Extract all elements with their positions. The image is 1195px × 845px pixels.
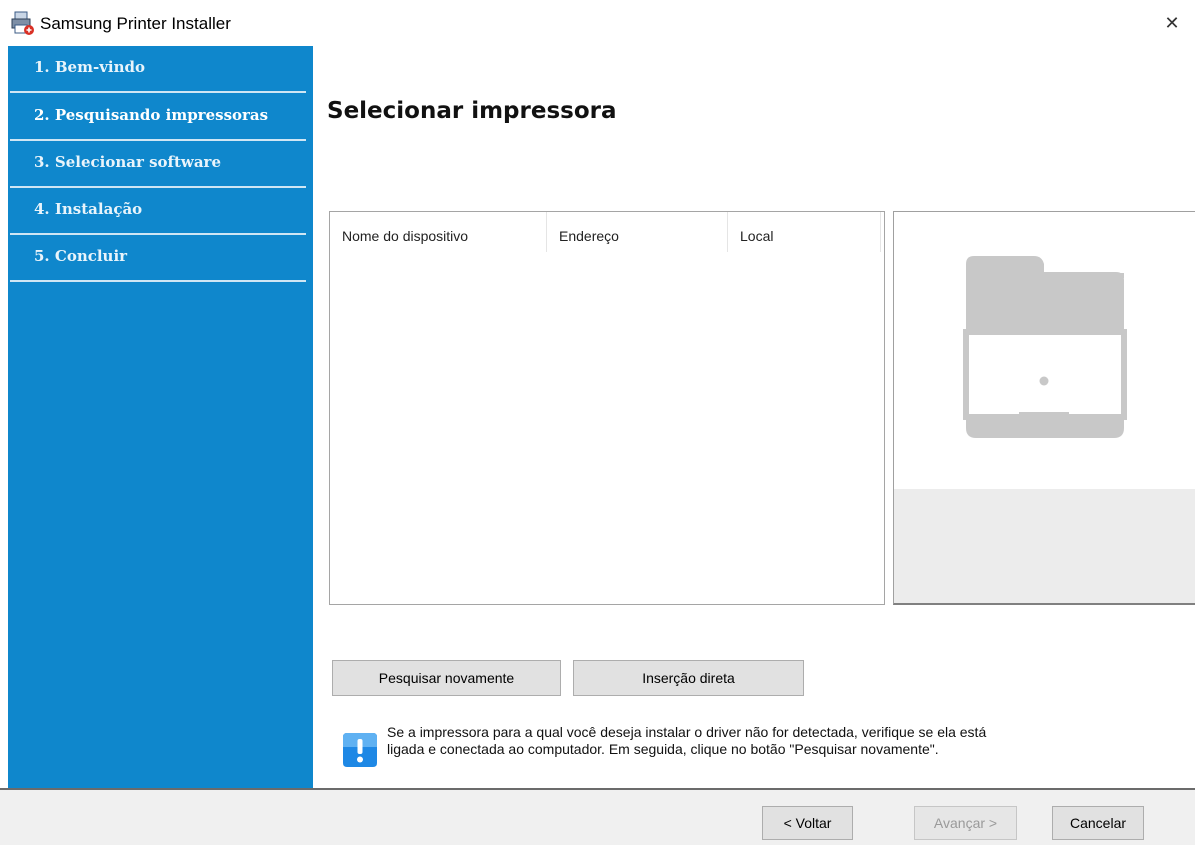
column-header-address[interactable]: Endereço xyxy=(547,212,727,252)
step-searching-printers: 2. Pesquisando impressoras xyxy=(10,94,306,141)
installer-window: Samsung Printer Installer ✕ 1. Bem-vindo… xyxy=(0,0,1195,845)
close-icon: ✕ xyxy=(1164,12,1180,34)
step-welcome: 1. Bem-vindo xyxy=(10,46,306,93)
step-label: 5. Concluir xyxy=(34,247,128,265)
back-button[interactable]: < Voltar xyxy=(762,806,853,840)
next-button[interactable]: Avançar > xyxy=(914,806,1017,840)
step-label: 1. Bem-vindo xyxy=(34,58,146,76)
step-installation: 4. Instalação xyxy=(10,188,306,235)
page-title: Selecionar impressora xyxy=(327,98,617,124)
step-label: 4. Instalação xyxy=(34,200,143,218)
direct-entry-button[interactable]: Inserção direta xyxy=(573,660,804,696)
step-select-software: 3. Selecionar software xyxy=(10,141,306,188)
info-line-1: Se a impressora para a qual você deseja … xyxy=(387,724,987,740)
step-label: 2. Pesquisando impressoras xyxy=(34,106,269,124)
title-bar: Samsung Printer Installer ✕ xyxy=(0,0,1195,46)
info-icon xyxy=(341,731,379,769)
step-label: 3. Selecionar software xyxy=(34,153,221,171)
column-divider[interactable] xyxy=(880,212,881,252)
printer-placeholder-icon xyxy=(963,256,1127,438)
info-line-2: ligada e conectada ao computador. Em seg… xyxy=(387,741,939,757)
steps-sidebar: 1. Bem-vindo 2. Pesquisando impressoras … xyxy=(8,46,313,788)
step-finish: 5. Concluir xyxy=(10,235,306,282)
column-header-device-name[interactable]: Nome do dispositivo xyxy=(330,212,546,252)
cancel-button[interactable]: Cancelar xyxy=(1052,806,1144,840)
printer-list[interactable]: Nome do dispositivo Endereço Local xyxy=(329,211,885,605)
close-button[interactable]: ✕ xyxy=(1149,0,1195,46)
printer-installer-icon xyxy=(10,10,36,36)
info-message: Se a impressora para a qual você deseja … xyxy=(387,724,1167,758)
window-title: Samsung Printer Installer xyxy=(40,14,231,33)
column-header-location[interactable]: Local xyxy=(728,212,880,252)
printer-preview-panel xyxy=(893,211,1195,605)
search-again-button[interactable]: Pesquisar novamente xyxy=(332,660,561,696)
